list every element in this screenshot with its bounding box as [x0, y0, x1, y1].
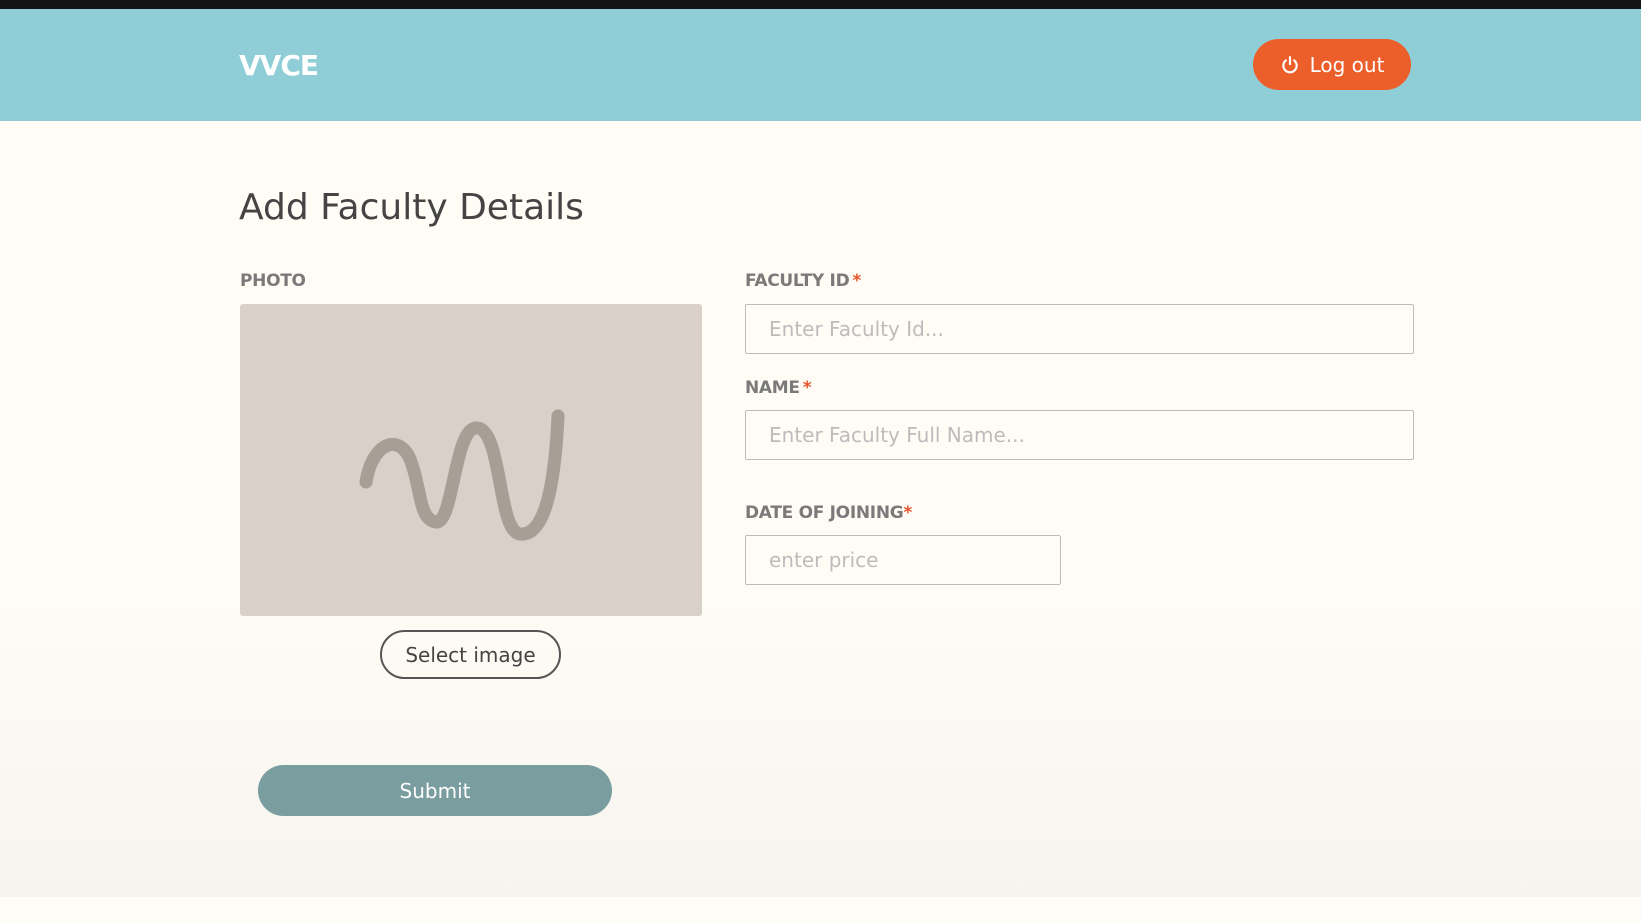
logout-button[interactable]: Log out: [1253, 39, 1411, 90]
faculty-id-label: FACULTY ID *: [745, 271, 861, 291]
date-of-joining-label: DATE OF JOINING*: [745, 503, 912, 523]
date-of-joining-label-text: DATE OF JOINING: [745, 503, 904, 523]
select-image-button[interactable]: Select image: [380, 630, 561, 679]
photo-preview[interactable]: [240, 304, 702, 616]
required-marker: *: [903, 503, 912, 523]
power-icon: [1281, 55, 1298, 73]
required-marker: *: [852, 271, 861, 291]
footer-band: [0, 897, 1641, 923]
app-header: VVCE Log out: [0, 9, 1641, 121]
required-marker: *: [802, 378, 812, 398]
name-input[interactable]: [745, 410, 1414, 460]
faculty-id-input[interactable]: [745, 304, 1414, 354]
faculty-id-label-text: FACULTY ID: [745, 271, 850, 291]
logout-label: Log out: [1309, 52, 1385, 77]
squiggle-placeholder-icon: [359, 409, 565, 541]
name-label: NAME *: [745, 378, 812, 398]
page-title: Add Faculty Details: [239, 187, 584, 228]
top-strip: [0, 0, 1641, 9]
name-label-text: NAME: [745, 378, 800, 398]
submit-button[interactable]: Submit: [258, 765, 612, 816]
app-logo[interactable]: VVCE: [239, 49, 319, 82]
photo-label: PHOTO: [240, 271, 306, 291]
date-of-joining-input[interactable]: [745, 535, 1061, 585]
main-content: Add Faculty Details PHOTO Select image F…: [0, 121, 1641, 897]
